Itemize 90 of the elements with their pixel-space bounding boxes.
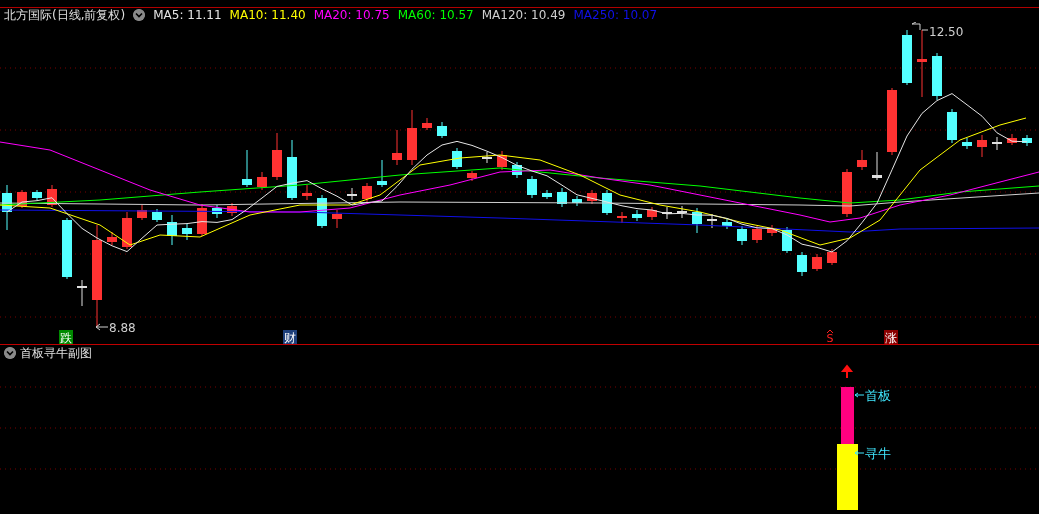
candlestick [212, 204, 222, 219]
stock-title: 北方国际(日线,前复权) [4, 8, 126, 22]
candlestick [707, 213, 717, 229]
candlestick [32, 189, 42, 201]
candlestick [302, 184, 312, 201]
candlestick [512, 161, 522, 179]
candlestick [482, 151, 492, 164]
candlestick [542, 189, 552, 200]
candlestick [437, 121, 447, 139]
candlestick [317, 194, 327, 229]
high-price-label: 12.50 [929, 25, 964, 39]
up-arrow-icon [842, 364, 852, 379]
leader-line [854, 392, 865, 398]
candlestick [632, 209, 642, 222]
candlestick [812, 253, 822, 272]
candlestick [527, 175, 537, 199]
ma-legend-label: MA10: 11.40 [229, 8, 306, 22]
candlestick [647, 206, 657, 221]
signal-marker: 涨 [884, 330, 898, 344]
ma-legend-label: MA60: 10.57 [397, 8, 474, 22]
candlestick [347, 187, 357, 201]
candlestick [182, 223, 192, 241]
ma-legend-label: MA120: 10.49 [481, 8, 566, 22]
leader-line [911, 22, 929, 31]
candlestick [887, 87, 897, 156]
candlestick [752, 225, 762, 244]
candlestick [137, 204, 147, 221]
candlestick [842, 168, 852, 218]
candlestick [467, 170, 477, 182]
candlestick [17, 189, 27, 209]
candlestick [767, 224, 777, 237]
candlestick [77, 279, 87, 307]
candlestick [602, 189, 612, 216]
candlestick [617, 211, 627, 224]
candlestick [392, 129, 402, 166]
candlestick [992, 136, 1002, 151]
candlestick [422, 117, 432, 131]
signal-marker: 跌 [59, 330, 73, 344]
candlestick [797, 251, 807, 277]
leader-line [95, 323, 109, 331]
candlestick [197, 203, 207, 237]
candlestick [557, 187, 567, 208]
candlestick [362, 182, 372, 203]
candlestick [287, 139, 297, 201]
candlestick [227, 202, 237, 217]
candlestick [857, 149, 867, 171]
candlestick [272, 132, 282, 181]
candlestick [677, 205, 687, 219]
candlestick [407, 109, 417, 166]
candlestick [722, 218, 732, 230]
candlestick [1007, 133, 1017, 146]
candlestick [47, 184, 57, 208]
candlestick [122, 211, 132, 250]
signal-marker: 财 [283, 330, 297, 344]
indicator-label: 寻牛 [865, 446, 891, 461]
candlestick [947, 108, 957, 144]
candlestick [2, 184, 12, 231]
candlestick [1022, 134, 1032, 147]
candlestick [782, 226, 792, 254]
low-price-label: 8.88 [109, 321, 136, 335]
candlestick [242, 149, 252, 188]
candlestick [692, 207, 702, 234]
candlestick [827, 248, 837, 266]
candlestick [62, 217, 72, 280]
candlestick [932, 52, 942, 101]
candlestick [332, 209, 342, 229]
candlestick [872, 151, 882, 181]
candlestick [167, 214, 177, 246]
candlestick [107, 231, 117, 246]
indicator-label: 首板 [865, 388, 891, 403]
ma-legend-label: MA250: 10.07 [573, 8, 658, 22]
candlestick [587, 189, 597, 205]
candlestick [662, 206, 672, 220]
candlestick [377, 159, 387, 188]
candlestick [152, 208, 162, 223]
candlestick [452, 147, 462, 170]
candlestick [977, 134, 987, 158]
sub-panel-title: 首板寻牛副图 [20, 345, 92, 361]
collapse-icon[interactable] [133, 9, 146, 21]
candlestick [572, 195, 582, 207]
ma-legend-label: MA20: 10.75 [313, 8, 390, 22]
candlestick [497, 150, 507, 171]
leader-line [854, 450, 865, 456]
candlestick [737, 225, 747, 246]
candlestick [962, 137, 972, 150]
candlestick [917, 29, 927, 98]
candlestick [257, 171, 267, 191]
ma-legend-label: MA5: 11.11 [153, 8, 222, 22]
collapse-icon[interactable] [4, 347, 16, 359]
candlestick [902, 29, 912, 86]
